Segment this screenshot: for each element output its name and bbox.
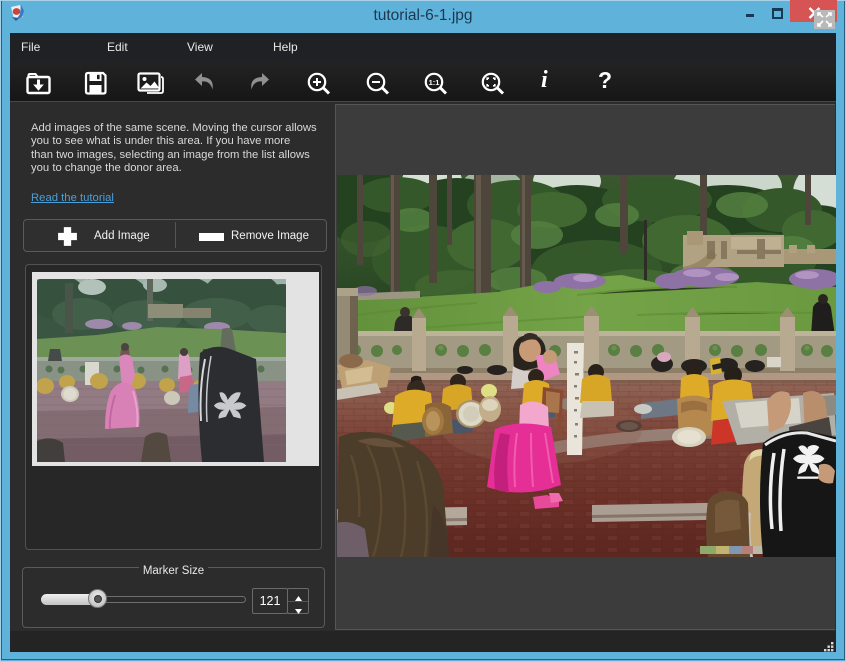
svg-text:1:1: 1:1 [429, 78, 440, 87]
